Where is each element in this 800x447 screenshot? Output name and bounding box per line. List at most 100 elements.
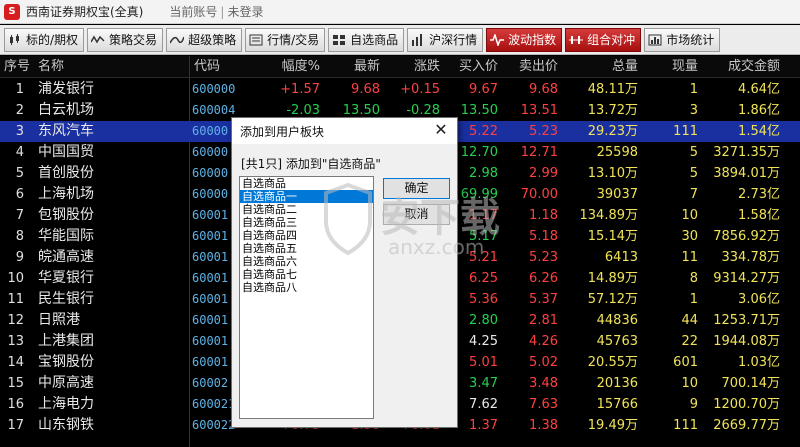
cell-current-volume: 3 — [689, 103, 698, 118]
cell-row-number: 7 — [15, 208, 24, 223]
toolbar-button-label: 沪深行情 — [429, 33, 478, 47]
cell-volume: 57.12万 — [587, 292, 638, 307]
cell-ask: 5.02 — [529, 355, 558, 370]
app-title: 西南证券期权宝(全真) — [26, 5, 144, 19]
cell-amount: 3.06亿 — [738, 292, 780, 307]
column-header-name[interactable]: 名称 — [38, 56, 98, 78]
cell-name: 日照港 — [38, 312, 80, 328]
column-header-bid[interactable]: 买入价 — [442, 56, 498, 78]
cell-last: 9.68 — [351, 82, 380, 97]
toolbar-button-volatility-index[interactable]: 波动指数 — [486, 27, 563, 52]
cell-volume: 14.89万 — [587, 271, 638, 286]
cell-name: 上海电力 — [38, 396, 94, 412]
toolbar-button-label: 自选商品 — [350, 33, 399, 47]
toolbar-button-quote-trade[interactable]: 行情/交易 — [245, 27, 326, 52]
cell-ask: 7.63 — [529, 397, 558, 412]
cell-volume: 20136 — [596, 376, 638, 391]
toolbar-button-market-stats[interactable]: 市场统计 — [644, 27, 721, 52]
bars-icon — [411, 33, 425, 46]
cell-change-pct: +1.57 — [280, 82, 320, 97]
cell-ask: 12.71 — [520, 145, 558, 160]
cell-current-volume: 10 — [681, 208, 698, 223]
cell-row-number: 15 — [7, 376, 24, 391]
list-item[interactable]: 自选商品七 — [240, 268, 373, 281]
toolbar-button-label: 标的/期权 — [26, 33, 79, 47]
cell-current-volume: 30 — [681, 229, 698, 244]
cell-name: 东风汽车 — [38, 123, 94, 139]
cell-name: 民生银行 — [38, 291, 94, 307]
cell-name: 华能国际 — [38, 228, 94, 244]
cell-volume: 25598 — [596, 145, 638, 160]
column-header-current-volume[interactable]: 现量 — [640, 56, 698, 78]
column-header-last[interactable]: 最新 — [322, 56, 380, 78]
cell-volume: 13.72万 — [587, 103, 638, 118]
cell-row-number: 17 — [7, 418, 24, 433]
cell-current-volume: 111 — [673, 124, 698, 139]
window-titlebar: S 西南证券期权宝(全真) 当前账号 | 未登录 — [0, 0, 800, 24]
cell-row-number: 14 — [7, 355, 24, 370]
cell-name: 白云机场 — [38, 102, 94, 118]
cell-name: 包钢股份 — [38, 207, 94, 223]
watermark-subtext: anxz.com — [388, 235, 485, 259]
column-header-no[interactable]: 序号 — [4, 56, 38, 78]
cell-volume: 48.11万 — [587, 82, 638, 97]
candlestick-icon — [8, 33, 22, 46]
cell-amount: 1944.08万 — [713, 334, 780, 349]
table-row[interactable]: 1 浦发银行 600000 +1.57 9.68 +0.15 9.67 9.68 48.11万 1… — [0, 79, 800, 100]
cell-volume: 39037 — [596, 187, 638, 202]
column-header-change-pct[interactable]: 幅度% — [264, 56, 320, 78]
toolbar-button-portfolio-hedge[interactable]: 组合对冲 — [565, 27, 642, 52]
column-header-ask[interactable]: 卖出价 — [500, 56, 558, 78]
column-header-amount[interactable]: 成交金额 — [700, 56, 780, 78]
toolbar-button-super-strategy[interactable]: 超级策略 — [166, 27, 243, 52]
cell-ask: 5.23 — [529, 124, 558, 139]
toolbar-button-strategy-trade[interactable]: 策略交易 — [87, 27, 164, 52]
cell-current-volume: 5 — [689, 166, 698, 181]
cell-amount: 9314.27万 — [713, 271, 780, 286]
cell-current-volume: 44 — [681, 313, 698, 328]
toolbar-button-label: 超级策略 — [188, 33, 237, 47]
toolbar-button-label: 波动指数 — [508, 33, 557, 47]
cell-amount: 2.73亿 — [738, 187, 780, 202]
cell-current-volume: 5 — [689, 145, 698, 160]
cell-name: 山东钢铁 — [38, 417, 94, 433]
cell-ask: 4.26 — [529, 334, 558, 349]
account-info: 当前账号 | 未登录 — [169, 3, 263, 20]
cell-row-number: 8 — [15, 229, 24, 244]
cell-row-number: 2 — [15, 103, 24, 118]
cell-volume: 134.89万 — [579, 208, 639, 223]
cell-volume: 44836 — [596, 313, 638, 328]
close-icon[interactable]: ✕ — [431, 120, 451, 140]
cell-volume: 15766 — [596, 397, 638, 412]
toolbar-button-label: 行情/交易 — [267, 33, 320, 47]
cell-ask: 6.26 — [529, 271, 558, 286]
cell-amount: 7856.92万 — [713, 229, 780, 244]
cell-volume: 29.23万 — [587, 124, 638, 139]
cell-row-number: 11 — [7, 292, 24, 307]
column-header-volume[interactable]: 总量 — [560, 56, 638, 78]
cell-row-number: 1 — [15, 82, 24, 97]
cell-current-volume: 22 — [681, 334, 698, 349]
wave-icon — [91, 34, 105, 46]
cell-amount: 334.78万 — [721, 250, 781, 265]
cell-ask: 3.48 — [529, 376, 558, 391]
toolbar-button-watchlist[interactable]: 自选商品 — [328, 27, 405, 52]
cell-current-volume: 1 — [689, 82, 698, 97]
cell-current-volume: 7 — [689, 187, 698, 202]
account-separator: | — [220, 5, 225, 19]
cell-amount: 3271.35万 — [713, 145, 780, 160]
cell-amount: 1.03亿 — [738, 355, 780, 370]
toolbar-button-underlying-options[interactable]: 标的/期权 — [4, 27, 85, 52]
column-header-change[interactable]: 涨跌 — [382, 56, 440, 78]
cell-row-number: 16 — [7, 397, 24, 412]
dialog-prompt: [共1只] 添加到"自选商品" — [241, 157, 381, 171]
watermark: 安下载 anxz.com — [318, 182, 548, 263]
cell-name: 中原高速 — [38, 375, 94, 391]
add-to-board-dialog: 添加到用户板块 ✕ [共1只] 添加到"自选商品" 自选商品 自选商品一 自选商品二… — [231, 117, 458, 428]
stats-icon — [648, 34, 662, 46]
toolbar-button-label: 策略交易 — [109, 33, 158, 47]
toolbar-button-sh-sz-quotes[interactable]: 沪深行情 — [407, 27, 484, 52]
list-item[interactable]: 自选商品八 — [240, 281, 373, 294]
column-header-code[interactable]: 代码 — [194, 56, 254, 78]
cell-bid: 9.67 — [469, 82, 498, 97]
